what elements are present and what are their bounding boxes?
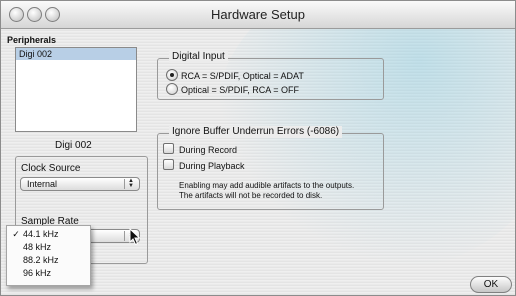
popup-arrows-icon: ▲▼ bbox=[124, 178, 137, 189]
window-title: Hardware Setup bbox=[211, 7, 305, 22]
hardware-setup-window: Hardware Setup Peripherals Digi 002 Digi… bbox=[0, 0, 516, 296]
sample-rate-option-88-2[interactable]: 88.2 kHz bbox=[7, 254, 90, 267]
artifacts-note-line1: Enabling may add audible artifacts to th… bbox=[179, 181, 355, 190]
artifacts-note-line2: The artifacts will not be recorded to di… bbox=[179, 191, 323, 200]
sample-rate-menu: ✓ 44.1 kHz 48 kHz 88.2 kHz 96 kHz bbox=[6, 225, 91, 286]
sample-rate-option-96[interactable]: 96 kHz bbox=[7, 267, 90, 280]
ok-button[interactable]: OK bbox=[470, 276, 512, 293]
sample-rate-option-44-1[interactable]: ✓ 44.1 kHz bbox=[7, 228, 90, 241]
peripheral-item-digi-002[interactable]: Digi 002 bbox=[16, 48, 136, 60]
clock-source-label: Clock Source bbox=[21, 163, 81, 174]
digital-input-radio-rca[interactable] bbox=[166, 69, 178, 81]
mouse-pointer-icon bbox=[129, 228, 141, 246]
peripherals-label: Peripherals bbox=[7, 35, 57, 45]
clock-source-popup[interactable]: Internal ▲ ▼ bbox=[20, 177, 140, 191]
clock-source-value: Internal bbox=[27, 179, 58, 189]
digital-input-title: Digital Input bbox=[169, 51, 228, 63]
during-playback-checkbox[interactable] bbox=[163, 159, 174, 170]
selected-peripheral-name: Digi 002 bbox=[55, 140, 92, 151]
checkmark-icon: ✓ bbox=[12, 229, 20, 239]
digital-input-option-rca-label: RCA = S/PDIF, Optical = ADAT bbox=[181, 71, 304, 81]
during-record-label: During Record bbox=[179, 145, 238, 155]
digital-input-radio-optical[interactable] bbox=[166, 83, 178, 95]
peripherals-list[interactable]: Digi 002 bbox=[15, 47, 137, 132]
during-playback-label: During Playback bbox=[179, 161, 245, 171]
buffer-underrun-title: Ignore Buffer Underrun Errors (-6086) bbox=[169, 126, 343, 138]
sample-rate-option-48[interactable]: 48 kHz bbox=[7, 241, 90, 254]
title-bar[interactable]: Hardware Setup bbox=[1, 1, 515, 29]
during-record-checkbox[interactable] bbox=[163, 143, 174, 154]
digital-input-option-optical-label: Optical = S/PDIF, RCA = OFF bbox=[181, 85, 300, 95]
